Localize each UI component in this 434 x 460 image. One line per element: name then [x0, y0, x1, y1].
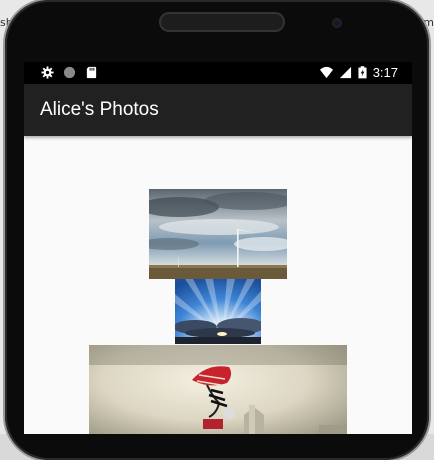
circle-icon — [63, 66, 76, 79]
wifi-icon — [319, 66, 333, 79]
app-title: Alice's Photos — [40, 99, 159, 120]
sd-card-icon — [86, 66, 97, 79]
status-time: 3:17 — [372, 65, 398, 80]
sunbeams-photo[interactable] — [175, 279, 261, 344]
wind-turbine-photo[interactable] — [149, 189, 287, 279]
settings-icon — [41, 66, 54, 79]
device-screen: 3:17 Alice's Photos — [24, 62, 412, 434]
app-bar: Alice's Photos — [24, 84, 412, 136]
red-kite-photo[interactable] — [89, 345, 347, 434]
earpiece-speaker — [159, 12, 285, 32]
signal-icon — [339, 66, 351, 79]
battery-charging-icon — [358, 66, 367, 79]
status-bar: 3:17 — [24, 62, 412, 84]
photo-list — [24, 136, 412, 434]
front-camera — [332, 18, 342, 28]
